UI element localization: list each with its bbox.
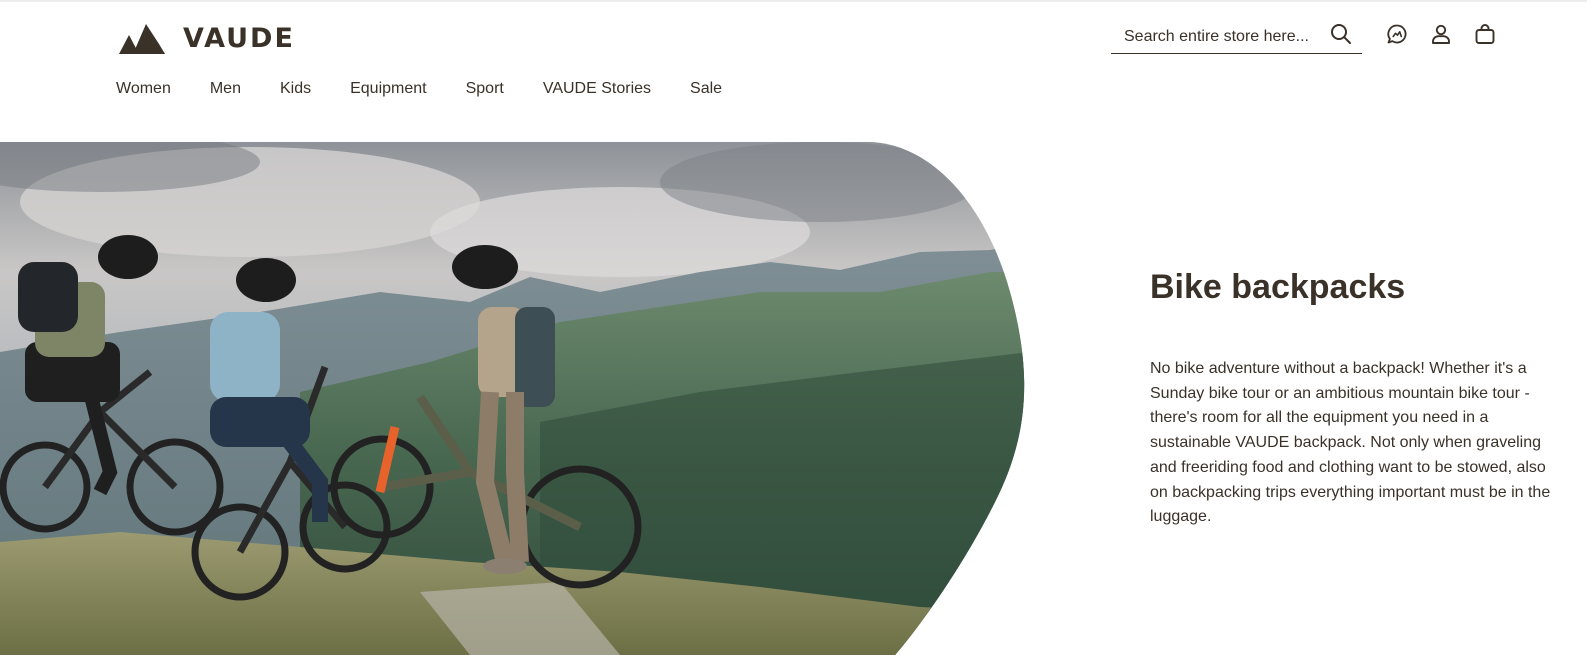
nav-item-men[interactable]: Men — [210, 78, 241, 100]
hero-image — [0, 142, 1030, 655]
search-input[interactable] — [1124, 26, 1324, 48]
search-icon[interactable] — [1329, 22, 1353, 46]
top-border — [0, 0, 1587, 2]
vaude-logo[interactable]: VAUDE — [119, 22, 295, 56]
nav-item-sale[interactable]: Sale — [690, 78, 722, 100]
nav-item-kids[interactable]: Kids — [280, 78, 311, 100]
hero-title: Bike backpacks — [1150, 268, 1406, 306]
main-nav: Women Men Kids Equipment Sport VAUDE Sto… — [116, 78, 722, 100]
nav-item-women[interactable]: Women — [116, 78, 171, 100]
nav-item-equipment[interactable]: Equipment — [350, 78, 427, 100]
account-icon[interactable] — [1429, 22, 1453, 46]
logo-text: VAUDE — [183, 23, 295, 54]
nav-item-sport[interactable]: Sport — [466, 78, 504, 100]
search-box — [1111, 20, 1362, 54]
nav-item-vaude-stories[interactable]: VAUDE Stories — [543, 78, 651, 100]
shopping-bag-icon[interactable] — [1473, 22, 1497, 46]
mountain-logo-icon — [119, 24, 165, 54]
hero-description: No bike adventure without a backpack! Wh… — [1150, 360, 1551, 526]
chat-support-icon[interactable] — [1385, 22, 1409, 46]
